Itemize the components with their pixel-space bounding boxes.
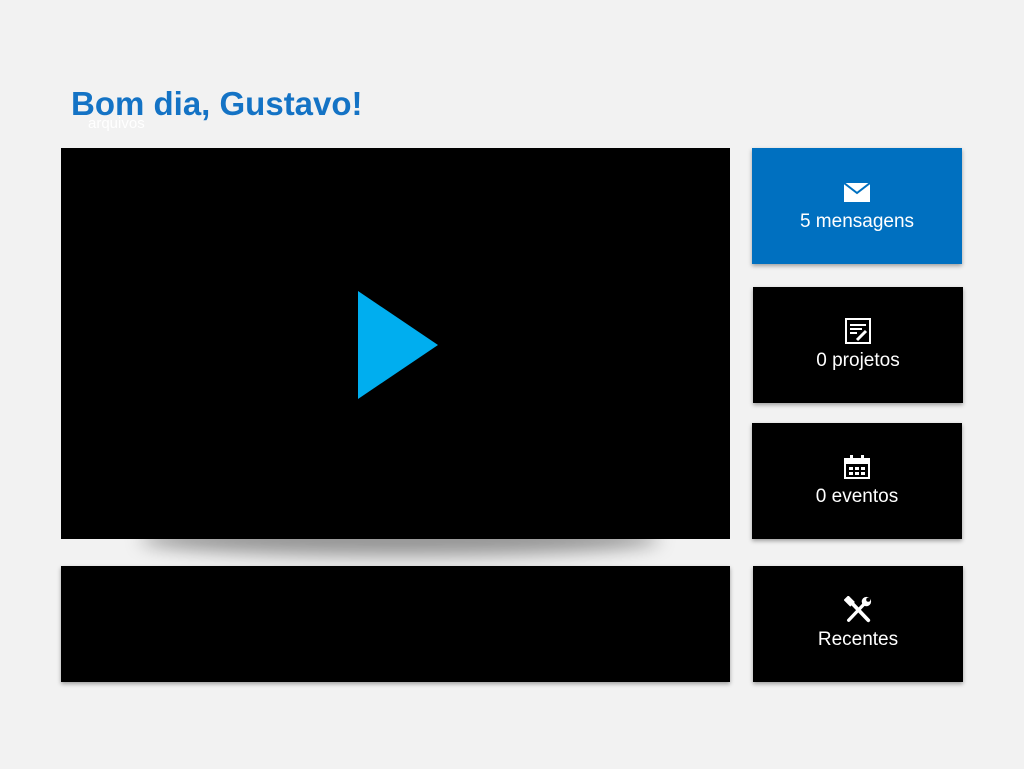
projects-tile-label: 0 projetos xyxy=(816,350,900,371)
tools-icon xyxy=(844,596,872,623)
video-player[interactable] xyxy=(61,148,730,539)
subtitle-label: arquivos xyxy=(88,115,145,132)
events-tile[interactable]: 0 eventos xyxy=(752,423,962,539)
bottom-panel xyxy=(61,566,730,682)
events-tile-label: 0 eventos xyxy=(815,486,899,507)
calendar-icon xyxy=(843,454,871,480)
document-edit-icon xyxy=(844,318,872,344)
play-icon[interactable] xyxy=(358,291,438,399)
recent-tile-label: Recentes xyxy=(817,629,899,650)
projects-tile[interactable]: 0 projetos xyxy=(753,287,963,403)
envelope-icon xyxy=(843,179,871,205)
messages-tile-label: 5 mensagens xyxy=(799,211,915,232)
messages-tile[interactable]: 5 mensagens xyxy=(752,148,962,264)
recent-tile[interactable]: Recentes xyxy=(753,566,963,682)
